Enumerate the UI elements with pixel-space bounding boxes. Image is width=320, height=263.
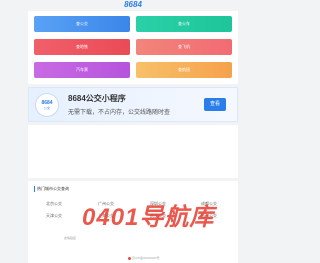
footer-text[interactable]: 京ICP备09000000号 xyxy=(132,256,159,260)
hot-cities-title: 热门城市公交查询 xyxy=(34,186,69,192)
tile-train[interactable]: 查火车 xyxy=(136,16,232,32)
blank-panel xyxy=(28,125,238,178)
watermark: 0401导航库 xyxy=(82,204,215,231)
header: 8684 xyxy=(0,0,266,10)
site-logo[interactable]: 8684 xyxy=(0,0,266,10)
city-link[interactable]: 天津公交 xyxy=(46,213,62,219)
friend-links-label: 友情链接 xyxy=(64,236,77,240)
banner-description: 无需下载，不占内存，公交线路随时查 xyxy=(68,110,171,116)
tile-plane[interactable]: 查飞机 xyxy=(136,39,232,55)
view-button[interactable]: 查看 xyxy=(204,98,226,111)
footer: 京ICP备09000000号 xyxy=(128,256,159,260)
tile-coach[interactable]: 汽车票 xyxy=(34,62,130,78)
city-link[interactable]: 北京公交 xyxy=(46,201,62,207)
mini-program-banner[interactable]: 8684 公交 8684公交小程序 无需下载，不占内存，公交线路随时查 查看 xyxy=(28,87,238,122)
police-badge-icon xyxy=(128,256,131,260)
page: 8684 查公交 查火车 查地铁 查飞机 汽车票 查航班 8684 公交 868… xyxy=(0,0,266,263)
tile-bus[interactable]: 查公交 xyxy=(34,16,130,32)
category-panel: 查公交 查火车 查地铁 查飞机 汽车票 查航班 xyxy=(28,11,238,84)
mini-program-logo-icon: 8684 公交 xyxy=(35,93,59,117)
banner-title: 8684公交小程序 xyxy=(68,94,126,103)
tile-flight[interactable]: 查航班 xyxy=(136,62,232,78)
tile-subway[interactable]: 查地铁 xyxy=(34,39,130,55)
mini-program-logo-sub: 公交 xyxy=(43,106,50,110)
